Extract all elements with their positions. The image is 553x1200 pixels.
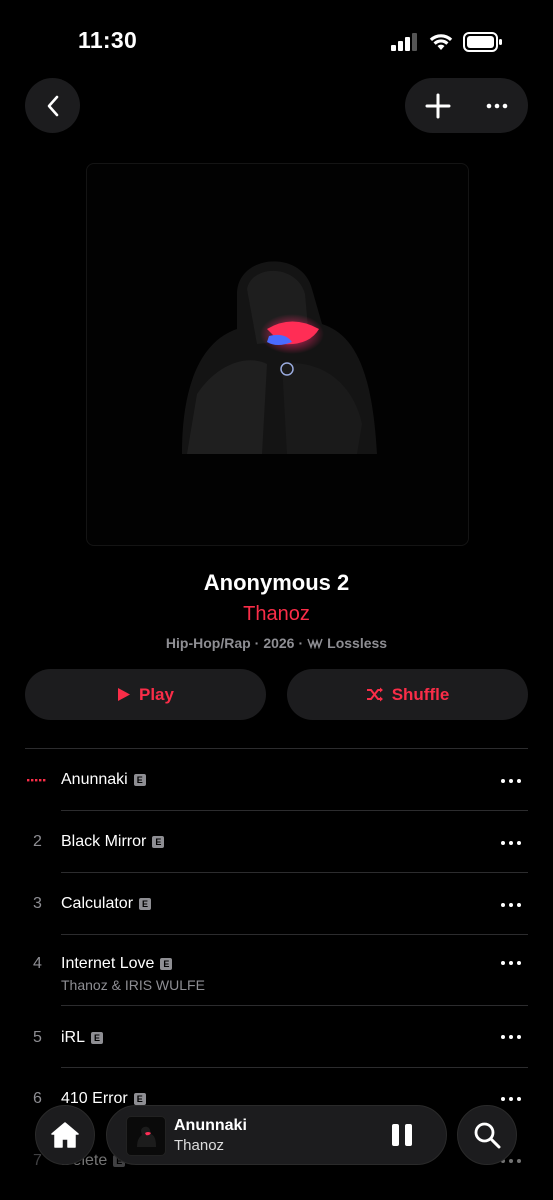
track-title-row: iRL E bbox=[61, 1029, 104, 1047]
meta-separator: · bbox=[254, 635, 260, 651]
album-title: Anonymous 2 bbox=[203, 570, 350, 595]
search-icon bbox=[474, 1122, 501, 1149]
track-number: 2 bbox=[33, 833, 42, 850]
explicit-badge: E bbox=[133, 774, 146, 786]
home-icon bbox=[51, 1122, 79, 1148]
album-genre: Hip-Hop/Rap bbox=[165, 635, 251, 651]
explicit-badge: E bbox=[91, 1032, 104, 1044]
track-number: 3 bbox=[33, 895, 42, 912]
play-label: Play bbox=[139, 684, 174, 704]
track-title-row: Black Mirror E bbox=[61, 833, 165, 851]
mini-player[interactable]: Anunnaki Thanoz bbox=[106, 1105, 447, 1165]
track-title: iRL bbox=[61, 1029, 86, 1046]
now-playing-title: Anunnaki bbox=[174, 1117, 247, 1134]
album-year: 2026 bbox=[263, 635, 295, 651]
explicit-badge: E bbox=[152, 836, 165, 848]
lossless-icon bbox=[307, 638, 323, 649]
status-icons bbox=[391, 32, 503, 52]
track-title: Anunnaki bbox=[61, 771, 128, 788]
explicit-badge: E bbox=[160, 958, 173, 970]
track-more-icon[interactable] bbox=[501, 960, 521, 966]
play-icon bbox=[118, 688, 130, 701]
album-artwork bbox=[86, 163, 469, 546]
track-title: Black Mirror bbox=[61, 833, 147, 850]
explicit-badge: E bbox=[139, 898, 152, 910]
plus-icon[interactable] bbox=[425, 93, 451, 119]
mini-player-artwork bbox=[126, 1116, 166, 1156]
battery-icon bbox=[463, 32, 502, 52]
track-more-icon[interactable] bbox=[501, 1034, 521, 1040]
status-time: 11:30 bbox=[78, 27, 138, 53]
track-more-icon[interactable] bbox=[501, 840, 521, 846]
now-playing-artist: Thanoz bbox=[174, 1137, 225, 1154]
track-title-row: Anunnaki E bbox=[61, 771, 146, 789]
track-title-row: Internet Love E bbox=[61, 955, 173, 973]
track-artists: Thanoz & IRIS WULFE bbox=[61, 977, 205, 993]
album-artist[interactable]: Thanoz bbox=[0, 603, 553, 626]
shuffle-button[interactable]: Shuffle bbox=[287, 669, 528, 720]
meta-separator: · bbox=[298, 635, 304, 651]
cellular-signal-icon bbox=[391, 33, 417, 51]
album-meta: Hip-Hop/Rap · 2026 · Lossless bbox=[0, 635, 553, 651]
play-button[interactable]: Play bbox=[25, 669, 266, 720]
track-number: 5 bbox=[33, 1029, 42, 1046]
track-more-icon[interactable] bbox=[501, 778, 521, 784]
track-title-row: Calculator E bbox=[61, 895, 152, 913]
shuffle-label: Shuffle bbox=[391, 684, 450, 704]
track-number: 6 bbox=[33, 1090, 42, 1107]
album-quality: Lossless bbox=[327, 635, 388, 651]
track-row[interactable]: 3 Calculator E bbox=[0, 873, 553, 934]
track-title: Internet Love bbox=[61, 955, 155, 972]
back-button[interactable] bbox=[25, 78, 80, 133]
track-more-icon[interactable] bbox=[501, 1096, 521, 1102]
more-icon[interactable] bbox=[486, 103, 508, 109]
home-button[interactable] bbox=[35, 1105, 95, 1165]
shuffle-icon bbox=[366, 687, 383, 702]
search-button[interactable] bbox=[457, 1105, 517, 1165]
track-row[interactable]: 5 iRL E bbox=[0, 1006, 553, 1067]
top-actions bbox=[405, 78, 528, 133]
pause-icon[interactable] bbox=[392, 1124, 414, 1148]
track-more-icon[interactable] bbox=[501, 902, 521, 908]
explicit-badge: E bbox=[133, 1093, 146, 1105]
track-number: 4 bbox=[33, 955, 42, 972]
now-playing-indicator-icon bbox=[27, 779, 46, 782]
back-chevron-icon bbox=[47, 95, 58, 116]
track-row[interactable]: 2 Black Mirror E bbox=[0, 811, 553, 872]
track-row[interactable]: Anunnaki E bbox=[0, 749, 553, 810]
wifi-icon bbox=[429, 34, 453, 50]
track-row[interactable]: 4 Internet Love E Thanoz & IRIS WULFE bbox=[0, 935, 553, 1005]
track-title: Calculator bbox=[61, 895, 134, 912]
